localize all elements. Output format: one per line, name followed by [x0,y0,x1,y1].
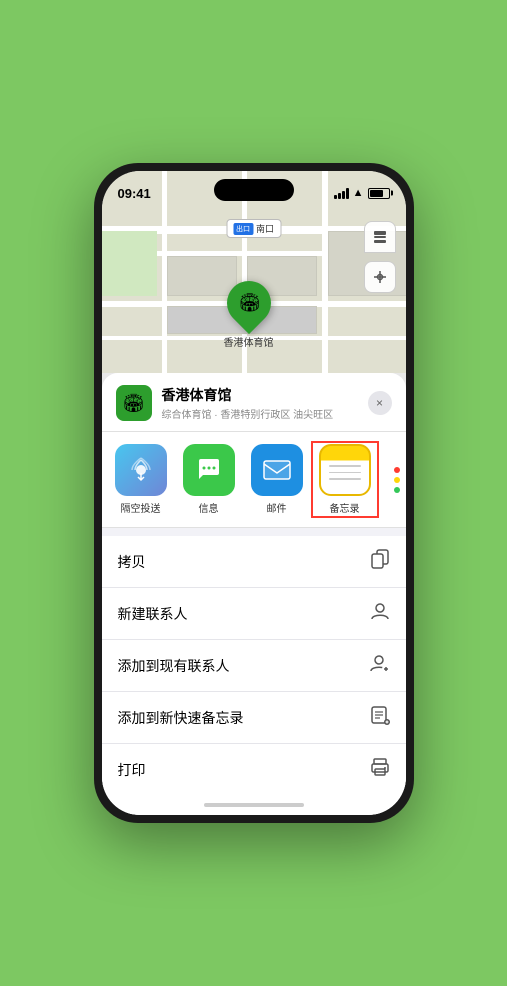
dot-yellow [394,477,400,483]
venue-name: 香港体育馆 [162,385,358,405]
label-text: 南口 [256,222,274,235]
share-apps-row: 隔空投送 信息 [102,432,406,528]
add-existing-label: 添加到现有联系人 [118,656,230,676]
action-copy[interactable]: 拷贝 [102,536,406,588]
more-apps-indicator [382,444,406,515]
status-icons: ▲ [334,187,390,199]
action-print[interactable]: 打印 [102,744,406,795]
dot-green [394,487,400,493]
action-add-notes[interactable]: 添加到新快速备忘录 [102,692,406,744]
bottom-sheet: 🏟 香港体育馆 综合体育馆 · 香港特别行政区 油尖旺区 × [102,373,406,815]
quick-note-icon [370,705,390,730]
mail-icon [251,444,303,496]
home-indicator [102,795,406,815]
notes-icon [319,444,371,496]
venue-info: 香港体育馆 综合体育馆 · 香港特别行政区 油尖旺区 [162,385,358,421]
share-app-notes[interactable]: 备忘录 [314,444,376,515]
add-contact-icon [370,653,390,678]
phone-frame: 09:41 ▲ [94,163,414,823]
airdrop-label: 隔空投送 [121,500,161,515]
print-label: 打印 [118,760,146,780]
venue-header: 🏟 香港体育馆 综合体育馆 · 香港特别行政区 油尖旺区 × [102,373,406,432]
phone-screen: 09:41 ▲ [102,171,406,815]
notes-label: 备忘录 [330,500,360,515]
pin-label: 香港体育馆 [224,334,274,349]
signal-icon [334,187,349,199]
airdrop-icon [115,444,167,496]
map-controls [364,221,396,293]
mail-label: 邮件 [267,500,287,515]
status-time: 09:41 [118,186,151,201]
action-new-contact[interactable]: 新建联系人 [102,588,406,640]
home-bar [204,803,304,807]
dot-red [394,467,400,473]
dynamic-island [214,179,294,201]
add-notes-label: 添加到新快速备忘录 [118,708,244,728]
action-add-existing[interactable]: 添加到现有联系人 [102,640,406,692]
location-button[interactable] [364,261,396,293]
messages-icon [183,444,235,496]
copy-icon [370,549,390,574]
close-button[interactable]: × [368,391,392,415]
share-app-airdrop[interactable]: 隔空投送 [110,444,172,515]
share-app-mail[interactable]: 邮件 [246,444,308,515]
share-app-messages[interactable]: 信息 [178,444,240,515]
wifi-icon: ▲ [353,187,364,199]
print-icon [370,757,390,782]
venue-icon: 🏟 [116,385,152,421]
map-label: 出口 南口 [226,219,281,238]
label-badge: 出口 [233,223,253,235]
action-list: 拷贝 新建联系人 [102,536,406,795]
copy-label: 拷贝 [118,552,146,572]
location-pin: 🏟 香港体育馆 [224,281,274,349]
venue-desc: 综合体育馆 · 香港特别行政区 油尖旺区 [162,406,358,421]
new-contact-icon [370,601,390,626]
pin-icon: 🏟 [237,293,260,314]
new-contact-label: 新建联系人 [118,604,188,624]
map-layers-button[interactable] [364,221,396,253]
messages-label: 信息 [199,500,219,515]
battery-icon [368,188,390,199]
pin-circle: 🏟 [217,272,279,334]
